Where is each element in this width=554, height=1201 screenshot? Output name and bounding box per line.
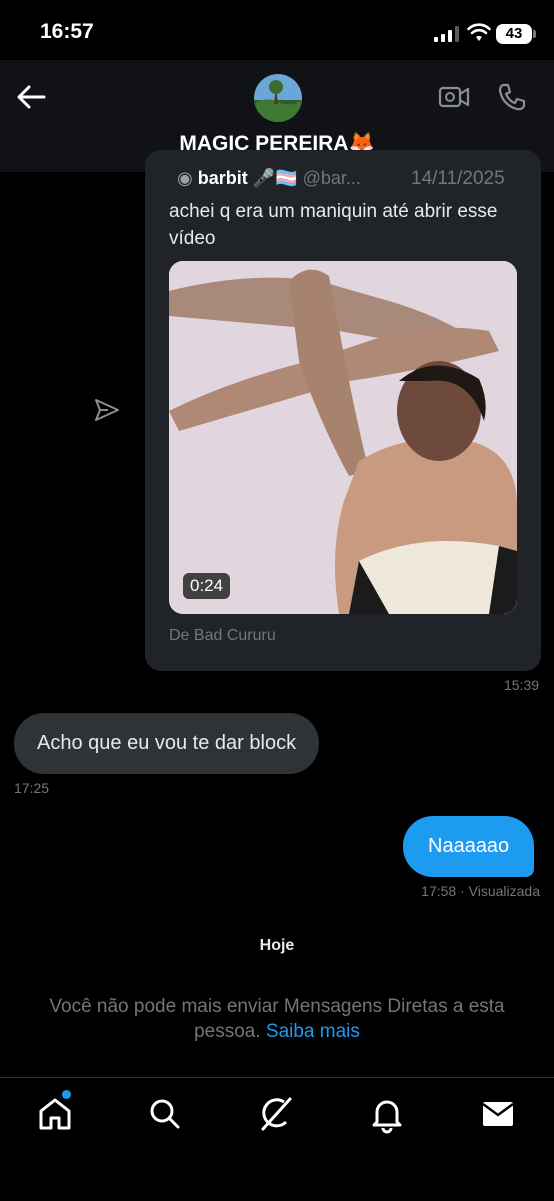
battery-cap (533, 30, 536, 38)
notification-dot (62, 1090, 71, 1099)
post-author: ◉ barbit 🎤🏳️‍⚧️ @bar... (177, 168, 361, 189)
post-video-thumbnail[interactable] (169, 261, 517, 614)
video-call-icon[interactable] (438, 84, 470, 110)
grok-icon[interactable] (256, 1094, 296, 1134)
search-icon[interactable] (145, 1094, 185, 1134)
message-timestamp: 17:25 (14, 780, 50, 796)
message-timestamp: 17:58 · Visualizada (421, 883, 540, 899)
phone-icon[interactable] (497, 82, 527, 112)
post-date: 14/11/2025 (411, 168, 505, 189)
learn-more-link[interactable]: Saiba mais (266, 1021, 360, 1042)
author-handle: @bar... (302, 168, 361, 188)
home-icon[interactable] (35, 1094, 75, 1134)
back-arrow-icon[interactable] (16, 84, 46, 110)
battery-indicator: 43 (496, 24, 532, 44)
wifi-icon (467, 23, 491, 41)
send-icon[interactable] (94, 397, 120, 423)
received-message[interactable]: Acho que eu vou te dar block (14, 713, 320, 774)
author-name: barbit 🎤🏳️‍⚧️ (197, 168, 298, 188)
dm-restriction-notice: Você não pode mais enviar Mensagens Dire… (20, 994, 534, 1044)
video-duration-badge: 0:24 (183, 573, 231, 599)
message-timestamp: 15:39 (504, 677, 540, 693)
signal-icon (434, 26, 459, 42)
post-source-footer: De Bad Cururu (169, 627, 276, 644)
status-time: 16:57 (40, 20, 94, 43)
mail-icon[interactable] (478, 1094, 518, 1134)
post-text: achei q era um maniquin até abrir esse v… (169, 201, 498, 249)
sent-message[interactable]: Naaaaao (403, 816, 535, 877)
author-avatar-icon: ◉ (177, 168, 198, 188)
avatar[interactable] (254, 74, 302, 122)
date-divider: Hoje (259, 937, 295, 954)
bell-icon[interactable] (367, 1094, 407, 1134)
